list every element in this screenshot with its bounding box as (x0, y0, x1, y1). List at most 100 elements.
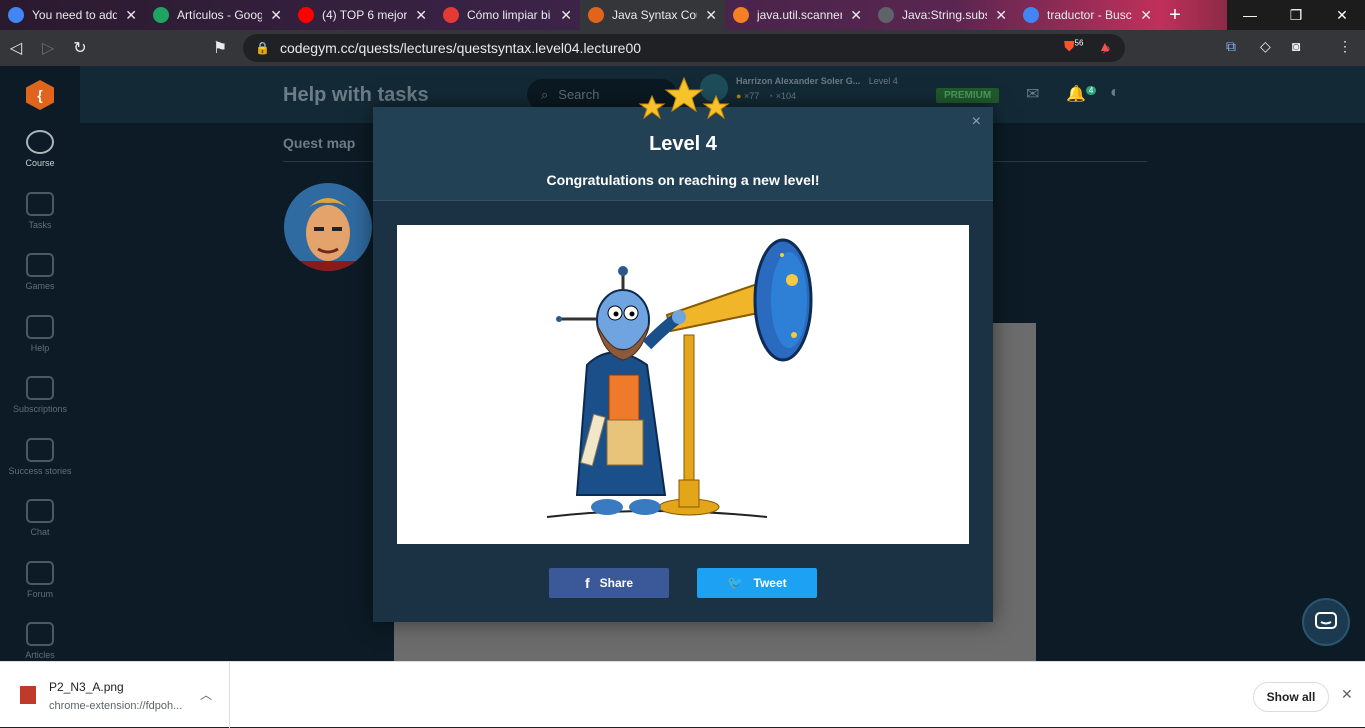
show-all-button[interactable]: Show all (1253, 682, 1329, 712)
download-file-name: P2_N3_A.png (49, 680, 124, 694)
user-name: Harrizon Alexander Soler G... (736, 75, 861, 86)
page-title: Help with tasks (283, 84, 429, 106)
brave-shield-icon[interactable]: ⛊56 (1064, 38, 1083, 55)
close-tab-icon[interactable]: ✕ (415, 7, 427, 24)
diamond-icon[interactable]: ◇ (1260, 38, 1271, 55)
level-stars-icon (636, 76, 732, 126)
tab-title: (4) TOP 6 mejore (322, 8, 408, 22)
sidebar-item-label: Success stories (8, 465, 72, 476)
forum-icon (26, 560, 54, 585)
close-tab-icon[interactable]: ✕ (560, 7, 572, 24)
mentor-avatar (284, 183, 372, 271)
chevron-up-icon[interactable]: ︿ (200, 686, 212, 703)
success-stories-icon (26, 437, 54, 462)
sidebar-item-tasks[interactable]: Tasks (0, 191, 80, 230)
sidebar-item-forum[interactable]: Forum (0, 560, 80, 599)
tab-title: Artículos - Goog (177, 8, 263, 22)
browser-tab[interactable]: Java Syntax Cou ✕ (580, 0, 725, 30)
new-tab-button[interactable]: + (1160, 0, 1190, 30)
brave-badge: 56 (1074, 38, 1084, 48)
level-illustration (397, 225, 969, 544)
tab-title: Java:String.subst (902, 8, 988, 22)
browser-tab[interactable]: You need to add ✕ (0, 0, 145, 30)
help-icon (26, 314, 54, 339)
close-tab-icon[interactable]: ✕ (1140, 7, 1152, 24)
sidebar-item-label: Subscriptions (12, 404, 68, 414)
back-icon[interactable]: ◁ (0, 38, 32, 58)
games-icon (26, 253, 54, 277)
address-bar[interactable]: 🔒 codegym.cc/quests/lectures/questsyntax… (243, 34, 1125, 62)
notification-badge: 4 (1085, 85, 1097, 95)
drive-icon (153, 7, 169, 23)
download-item[interactable]: P2_N3_A.png chrome-extension://fdpoh... … (0, 662, 230, 728)
sidebar-item-chat[interactable]: Chat (0, 499, 80, 537)
sidebar-item-subscriptions[interactable]: Subscriptions (0, 376, 80, 414)
browser-tab[interactable]: Artículos - Goog ✕ (145, 0, 290, 30)
premium-badge[interactable]: PREMIUM (936, 88, 1000, 103)
close-tab-icon[interactable]: ✕ (270, 7, 282, 24)
sidebar-item-label: Chat (30, 527, 50, 537)
twitter-tweet-button[interactable]: 🐦 Tweet (697, 568, 817, 598)
window-controls: — ❐ ✕ (1227, 0, 1365, 30)
coin-icon: ● (736, 90, 742, 101)
theme-toggle-icon[interactable]: ◐ (1110, 84, 1120, 102)
support-chat-button[interactable] (1302, 598, 1350, 646)
close-tab-icon[interactable]: ✕ (125, 7, 137, 24)
close-tab-icon[interactable]: ✕ (995, 7, 1007, 24)
browser-tab[interactable]: (4) TOP 6 mejore ✕ (290, 0, 435, 30)
modal-close-icon[interactable]: × (972, 113, 981, 131)
sidebar-item-course[interactable]: Course (0, 130, 80, 168)
menu-icon[interactable]: ⋮ (1338, 38, 1352, 55)
close-window-icon[interactable]: ✕ (1319, 0, 1365, 30)
sidebar-item-label: Tasks (28, 219, 52, 230)
articles-icon (26, 622, 54, 646)
mail-icon[interactable]: ✉ (1026, 84, 1039, 104)
google-icon (1023, 7, 1039, 23)
camera-icon[interactable]: ◙ (1292, 38, 1300, 54)
l-icon (443, 7, 459, 23)
coins-count: ×77 (743, 90, 760, 101)
quest-map-tab[interactable]: Quest map (283, 135, 355, 151)
translate-icon[interactable]: ⧉ (1226, 38, 1236, 55)
level-up-modal: Level 4 Congratulations on reaching a ne… (373, 107, 993, 622)
browser-tab[interactable]: traductor - Busc ✕ (1015, 0, 1160, 30)
download-bar: P2_N3_A.png chrome-extension://fdpoh... … (0, 661, 1365, 728)
codegym-logo[interactable]: { (26, 80, 54, 110)
url-text: codegym.cc/quests/lectures/questsyntax.l… (279, 40, 642, 56)
browser-tab[interactable]: Cómo limpiar bi ✕ (435, 0, 580, 30)
close-download-bar-icon[interactable]: ✕ (1341, 686, 1353, 703)
browser-tab[interactable]: java.util.scanner ✕ (725, 0, 870, 30)
course-icon (26, 130, 54, 154)
sidebar-item-help[interactable]: Help (0, 314, 80, 353)
bell-icon[interactable]: 🔔 4 (1066, 84, 1097, 104)
youtube-icon (298, 7, 314, 23)
tweet-label: Tweet (753, 576, 787, 590)
restore-icon[interactable]: ❐ (1273, 0, 1319, 30)
sidebar-item-success-stories[interactable]: Success stories (0, 437, 80, 476)
image-file-icon (20, 686, 36, 704)
search-placeholder: Search (558, 87, 600, 102)
stackoverflow-icon (733, 7, 749, 23)
close-tab-icon[interactable]: ✕ (705, 7, 717, 24)
browser-tab[interactable]: Java:String.subst ✕ (870, 0, 1015, 30)
sidebar-item-label: Games (25, 281, 55, 291)
reload-icon[interactable]: ↻ (64, 38, 96, 58)
toolbar: ◁ ▷ ↻ ⚑ 🔒 codegym.cc/quests/lectures/que… (0, 30, 1365, 66)
subscriptions-icon (26, 376, 54, 400)
minimize-icon[interactable]: — (1227, 0, 1273, 30)
download-source: chrome-extension://fdpoh... (49, 700, 183, 712)
user-level: Level 4 (868, 75, 898, 86)
sidebar-item-games[interactable]: Games (0, 253, 80, 291)
brave-rewards-icon[interactable]: ▲ (1098, 38, 1112, 54)
tab-title: You need to add (32, 8, 118, 22)
facebook-share-button[interactable]: f Share (549, 568, 669, 598)
lock-icon: 🔒 (255, 41, 270, 55)
bookmark-icon[interactable]: ⚑ (204, 38, 236, 58)
sidebar-item-articles[interactable]: Articles (0, 622, 80, 660)
google-icon (8, 7, 24, 23)
close-tab-icon[interactable]: ✕ (850, 7, 862, 24)
dark-matter-count: ×104 (775, 90, 796, 101)
facebook-icon: f (584, 575, 590, 591)
forward-icon[interactable]: ▷ (32, 38, 64, 58)
modal-congrats-text: Congratulations on reaching a new level! (546, 172, 820, 188)
